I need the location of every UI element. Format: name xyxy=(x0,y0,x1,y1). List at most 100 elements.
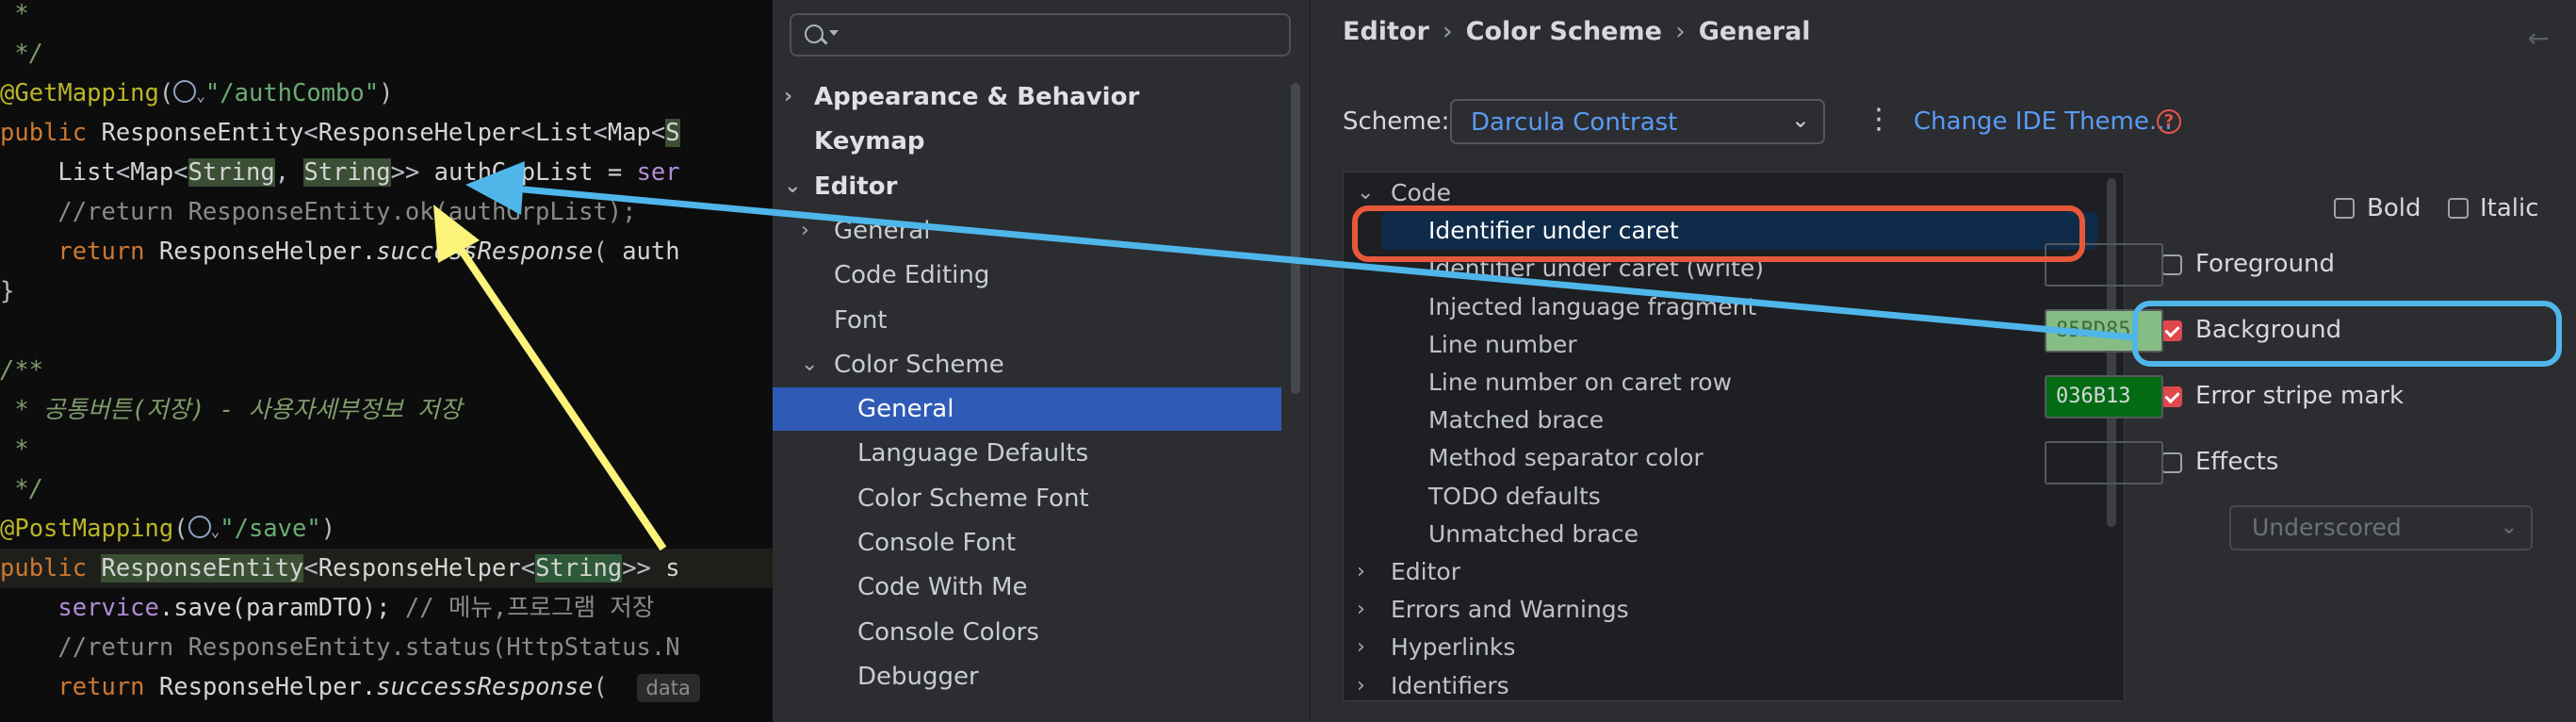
code-token: */ xyxy=(0,475,44,503)
chevron-down-icon[interactable]: ⌄ xyxy=(1357,174,1374,212)
attribute-item-editor[interactable]: › Editor xyxy=(1344,553,2097,591)
attribute-item-matched-brace[interactable]: Matched brace xyxy=(1344,402,2097,439)
background-label: Background xyxy=(2195,316,2342,344)
scheme-select[interactable]: Darcula Contrast ⌄ xyxy=(1450,99,1825,144)
chevron-down-icon[interactable]: ⌄ xyxy=(196,87,205,105)
chevron-right-icon[interactable]: › xyxy=(1357,553,1365,591)
code-line[interactable]: //return ResponseEntity.status(HttpStatu… xyxy=(0,628,773,667)
chevron-down-icon[interactable]: ⌄ xyxy=(211,522,220,540)
more-options-icon[interactable]: ⋮ xyxy=(1865,106,1893,134)
background-color-swatch[interactable]: 85BD85 xyxy=(2045,309,2163,353)
bold-checkbox[interactable] xyxy=(2334,198,2355,219)
code-token: < xyxy=(650,119,666,147)
code-line[interactable]: @GetMapping(⌄"/authCombo") xyxy=(0,74,773,113)
breadcrumb-separator: › xyxy=(1442,17,1453,46)
code-editor[interactable]: * */@GetMapping(⌄"/authCombo") public Res… xyxy=(0,0,773,722)
attribute-item-label: Identifier under caret (write) xyxy=(1428,254,1765,283)
foreground-checkbox[interactable] xyxy=(2161,254,2182,275)
code-line[interactable]: * xyxy=(0,430,773,469)
back-arrow-icon[interactable]: ← xyxy=(2528,23,2550,54)
error-stripe-label: Error stripe mark xyxy=(2195,382,2405,410)
code-token: ResponseHelper xyxy=(318,119,521,147)
code-token: ) xyxy=(379,79,394,107)
chevron-down-icon[interactable]: ⌄ xyxy=(784,165,801,208)
attribute-item-identifier-under-caret[interactable]: Identifier under caret xyxy=(1381,212,2097,251)
tree-item-label: General xyxy=(834,216,931,245)
code-line[interactable]: */ xyxy=(0,469,773,509)
globe-icon[interactable] xyxy=(173,80,197,103)
code-line[interactable]: } xyxy=(0,271,773,311)
code-line[interactable]: public ResponseEntity<ResponseHelper<Str… xyxy=(0,549,773,588)
chevron-down-icon: ⌄ xyxy=(2500,516,2518,539)
endpoint-url-icon[interactable]: ⌄ xyxy=(173,79,205,107)
breadcrumb-item[interactable]: Editor xyxy=(1343,17,1429,46)
code-line[interactable] xyxy=(0,311,773,351)
attribute-item-label: Line number xyxy=(1428,330,1577,358)
code-line[interactable]: * xyxy=(0,0,773,34)
search-icon xyxy=(805,25,823,43)
chevron-right-icon[interactable]: › xyxy=(801,209,809,253)
tree-item-label: Color Scheme xyxy=(834,350,1004,379)
chevron-right-icon[interactable]: › xyxy=(1357,667,1365,700)
breadcrumb-item[interactable]: Color Scheme xyxy=(1466,17,1662,46)
code-token: , xyxy=(274,158,304,187)
foreground-color-swatch[interactable] xyxy=(2045,243,2163,287)
code-line[interactable]: public ResponseEntity<ResponseHelper<Lis… xyxy=(0,113,773,153)
tree-item-general[interactable]: General xyxy=(773,387,1281,432)
attribute-item-label: Hyperlinks xyxy=(1391,633,1516,662)
code-line[interactable]: @PostMapping(⌄"/save") xyxy=(0,509,773,549)
attribute-item-label: TODO defaults xyxy=(1428,482,1601,510)
error-stripe-checkbox[interactable] xyxy=(2161,386,2182,407)
code-line[interactable]: List<Map<String, String>> authGrpList = … xyxy=(0,153,773,192)
code-token: ) xyxy=(320,515,336,543)
attribute-item-errors-and-warnings[interactable]: › Errors and Warnings xyxy=(1344,591,2097,629)
effects-checkbox[interactable] xyxy=(2161,452,2182,473)
background-checkbox[interactable] xyxy=(2161,320,2182,341)
attribute-item-hyperlinks[interactable]: › Hyperlinks xyxy=(1344,629,2097,666)
tree-scrollbar[interactable] xyxy=(1291,83,1300,394)
attribute-item-line-number[interactable]: Line number xyxy=(1344,326,2097,364)
chevron-right-icon[interactable]: › xyxy=(784,75,792,119)
code-token: >> xyxy=(622,554,666,583)
attribute-item-line-number-on-caret-row[interactable]: Line number on caret row xyxy=(1344,364,2097,402)
settings-search-input[interactable] xyxy=(790,13,1291,57)
help-icon[interactable]: ? xyxy=(2157,109,2181,134)
code-line[interactable]: * 공통버튼(저장) - 사용자세부정보 저장 xyxy=(0,390,773,430)
code-token: ResponseHelper. xyxy=(158,238,377,266)
attribute-item-identifiers[interactable]: › Identifiers xyxy=(1344,667,2097,700)
chevron-down-icon[interactable]: ⌄ xyxy=(801,343,818,386)
code-token: auth xyxy=(622,238,680,266)
tree-item-label: Font xyxy=(834,305,888,335)
code-line[interactable]: return ResponseHelper.successResponse( a… xyxy=(0,232,773,271)
chevron-right-icon[interactable]: › xyxy=(1357,591,1365,629)
effects-label: Effects xyxy=(2195,448,2279,476)
change-ide-theme-link[interactable]: Change IDE Theme... xyxy=(1914,107,2173,136)
effects-color-swatch[interactable] xyxy=(2045,441,2163,484)
foreground-label: Foreground xyxy=(2195,250,2336,278)
attribute-item-unmatched-brace[interactable]: Unmatched brace xyxy=(1344,516,2097,553)
code-line[interactable]: service.save(paramDTO); // 메뉴,프로그램 저장 xyxy=(0,588,773,628)
code-line[interactable]: /** xyxy=(0,351,773,390)
code-line[interactable]: //return ResponseEntity.ok(authGrpList); xyxy=(0,192,773,232)
color-attribute-list[interactable]: ⌄ Code Identifier under caret Identifier un… xyxy=(1343,172,2125,701)
attribute-item-code[interactable]: ⌄ Code xyxy=(1344,174,2097,212)
attribute-item-identifier-under-caret-write-[interactable]: Identifier under caret (write) xyxy=(1344,250,2097,287)
chevron-down-icon[interactable] xyxy=(829,30,839,36)
attribute-item-todo-defaults[interactable]: TODO defaults xyxy=(1344,478,2097,516)
code-token: ( xyxy=(158,79,174,107)
error-stripe-color-swatch[interactable]: 036B13 xyxy=(2045,375,2163,418)
tree-item-label: Debugger xyxy=(857,662,979,691)
code-token: < xyxy=(115,158,131,187)
attribute-item-injected-language-fragment[interactable]: Injected language fragment xyxy=(1344,288,2097,326)
code-token: /** xyxy=(0,356,44,385)
effects-type-select[interactable]: Underscored ⌄ xyxy=(2229,505,2533,550)
chevron-right-icon[interactable]: › xyxy=(1357,629,1365,666)
code-token: */ xyxy=(0,40,44,68)
code-line[interactable]: */ xyxy=(0,34,773,74)
italic-checkbox[interactable] xyxy=(2448,198,2469,219)
code-line[interactable]: return ResponseHelper.successResponse( d… xyxy=(0,667,773,707)
endpoint-url-icon[interactable]: ⌄ xyxy=(187,515,220,543)
attribute-item-method-separator-color[interactable]: Method separator color xyxy=(1344,439,2097,477)
globe-icon[interactable] xyxy=(187,516,211,538)
attribute-item-label: Identifiers xyxy=(1391,671,1509,699)
